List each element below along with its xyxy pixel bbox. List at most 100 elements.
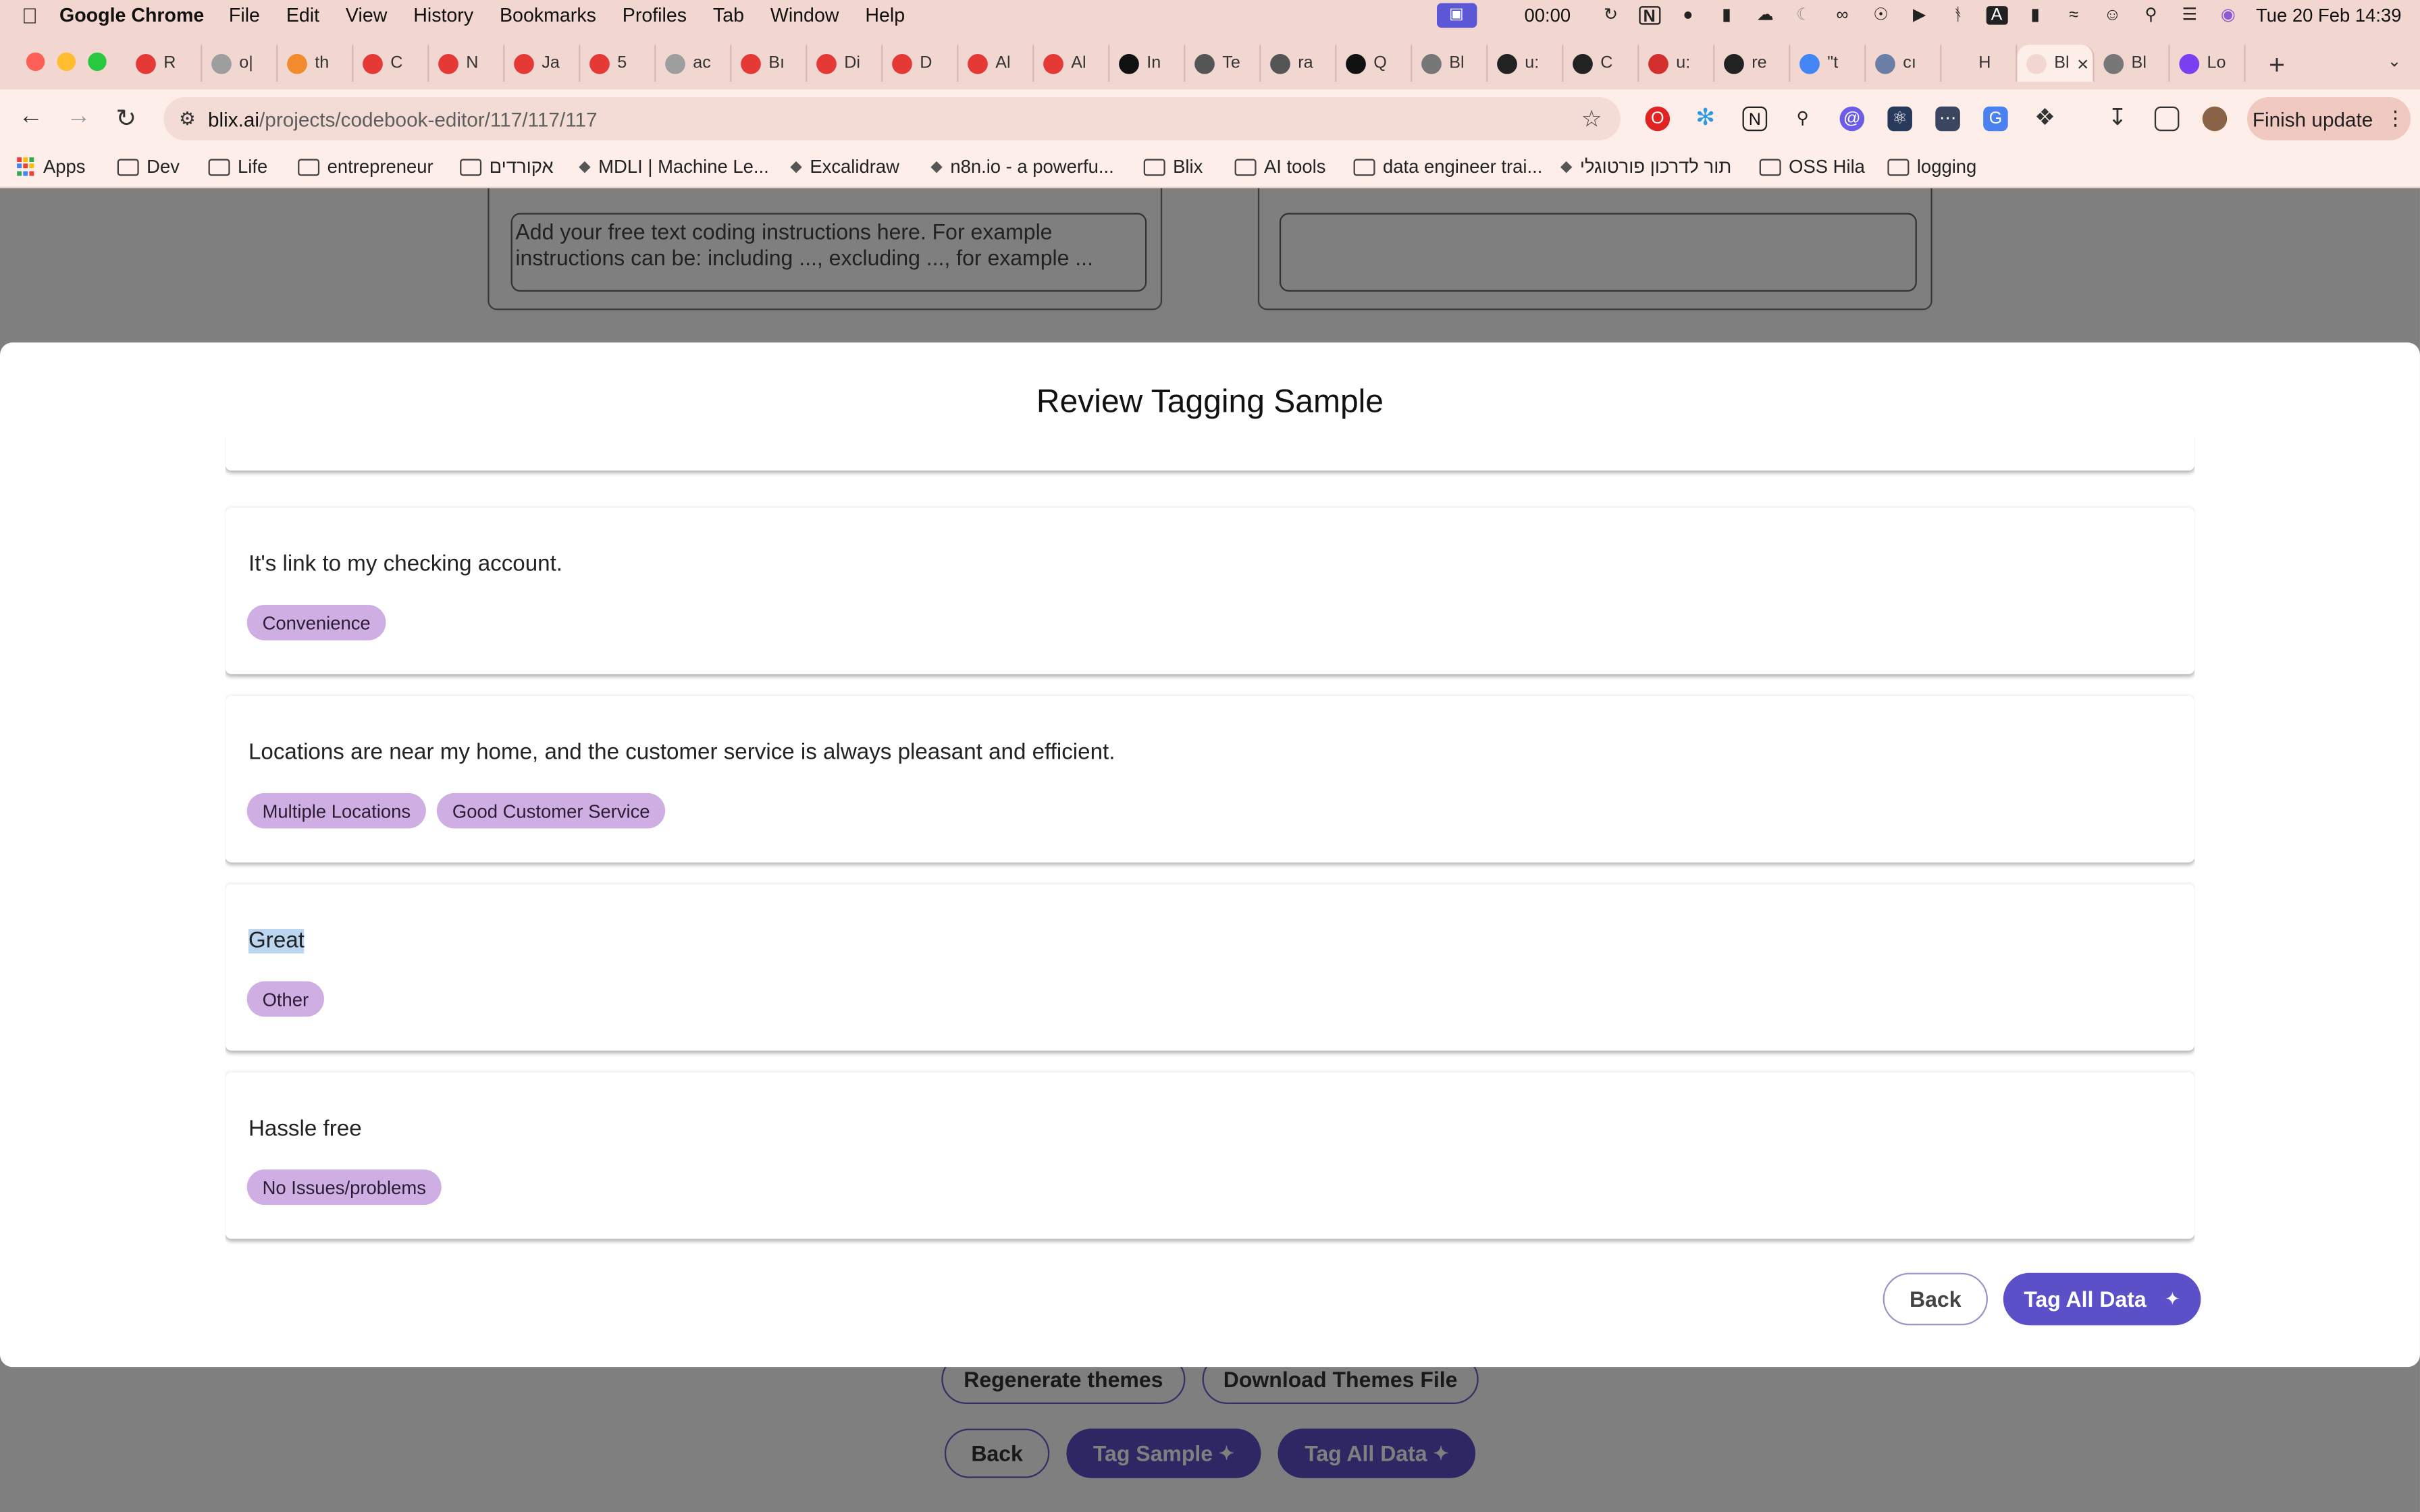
search-icon[interactable]: ⚲ xyxy=(2140,6,2162,24)
bookmark-item[interactable]: ◆ Excalidraw xyxy=(790,156,899,178)
browser-tab[interactable]: In xyxy=(1109,45,1186,82)
play-icon[interactable]: ▶ xyxy=(1909,6,1930,24)
browser-tab[interactable]: cı xyxy=(1866,45,1942,82)
sparkle-extension-icon[interactable]: ✻ xyxy=(1693,106,1718,132)
browser-tab[interactable]: N xyxy=(429,45,505,82)
tag-chip[interactable]: Other xyxy=(246,981,325,1017)
screen-record-icon[interactable]: ▣ xyxy=(1436,3,1477,28)
elephant-icon[interactable]: ● xyxy=(1677,6,1699,24)
browser-tab[interactable]: R xyxy=(126,45,203,82)
new-tab-button[interactable]: + xyxy=(2269,49,2285,82)
menu-history[interactable]: History xyxy=(413,5,473,26)
weather-icon[interactable]: ☁ xyxy=(1754,6,1776,24)
browser-tab[interactable]: re xyxy=(1714,45,1791,82)
browser-tab[interactable]: Te xyxy=(1185,45,1261,82)
bluetooth-icon[interactable]: ᚬ xyxy=(1947,6,1969,24)
menu-window[interactable]: Window xyxy=(770,5,839,26)
bookmark-item[interactable]: logging xyxy=(1887,156,1976,178)
bookmark-item[interactable]: ◆ n8n.io - a powerfu... xyxy=(930,156,1113,178)
puzzle-extensions-icon[interactable]: ❖ xyxy=(2032,106,2057,132)
browser-tab[interactable]: th xyxy=(278,45,354,82)
browser-tab[interactable]: Bl xyxy=(1412,45,1488,82)
fullscreen-window-button[interactable] xyxy=(88,52,107,72)
bookmark-item[interactable]: Apps xyxy=(17,156,86,178)
close-window-button[interactable] xyxy=(26,52,45,72)
battery-icon[interactable]: ▮ xyxy=(2024,6,2046,24)
address-bar[interactable]: ⚙ blix.ai/projects/codebook-editor/117/1… xyxy=(163,97,1621,140)
clock[interactable]: Tue 20 Feb 14:39 xyxy=(2256,5,2402,26)
browser-tab[interactable]: C xyxy=(353,45,429,82)
profile-avatar[interactable] xyxy=(2202,106,2228,132)
browser-tab[interactable]: Di xyxy=(807,45,883,82)
browser-tab[interactable]: ra xyxy=(1261,45,1337,82)
browser-tab[interactable]: H xyxy=(1941,45,2018,82)
extension-badge-icon[interactable]: ⚲ xyxy=(1790,107,1815,132)
browser-tab[interactable]: Lo xyxy=(2170,45,2246,82)
bookmark-item[interactable]: אקורדים xyxy=(460,156,554,178)
bookmark-item[interactable]: Dev xyxy=(117,156,180,178)
minimize-window-button[interactable] xyxy=(57,52,76,72)
sync-icon[interactable]: ↻ xyxy=(1600,6,1622,24)
browser-tab[interactable]: "t xyxy=(1790,45,1866,82)
bookmark-item[interactable]: Life xyxy=(208,156,267,178)
opera-extension-icon[interactable]: O xyxy=(1645,106,1671,132)
bookmark-item[interactable]: Blix xyxy=(1143,156,1203,178)
browser-tab[interactable]: Al xyxy=(1034,45,1110,82)
dots-extension-icon[interactable]: ⋯ xyxy=(1935,106,1960,132)
side-panel-icon[interactable] xyxy=(2154,106,2180,132)
siri-icon[interactable]: ◉ xyxy=(2217,6,2239,24)
tag-all-data-button[interactable]: Tag All Data ✦ xyxy=(2003,1272,2201,1326)
browser-tab[interactable]: C xyxy=(1563,45,1639,82)
site-settings-icon[interactable]: ⚙ xyxy=(179,108,196,130)
tag-chip[interactable]: Multiple Locations xyxy=(246,792,426,829)
bookmark-item[interactable]: data engineer trai... xyxy=(1353,156,1542,178)
glasses-icon[interactable]: ∞ xyxy=(1831,6,1853,24)
translate-extension-icon[interactable]: G xyxy=(1983,106,2008,132)
menu-bookmarks[interactable]: Bookmarks xyxy=(500,5,596,26)
menu-help[interactable]: Help xyxy=(865,5,905,26)
keyboard-input-icon[interactable]: A xyxy=(1986,6,2008,25)
tag-chip[interactable]: No Issues/problems xyxy=(246,1169,442,1206)
menu-edit[interactable]: Edit xyxy=(286,5,319,26)
menu-file[interactable]: File xyxy=(229,5,260,26)
browser-tab[interactable]: Q xyxy=(1336,45,1413,82)
ai-extension-icon[interactable]: @ xyxy=(1839,106,1865,132)
browser-tab[interactable]: u: xyxy=(1488,45,1564,82)
finish-update-button[interactable]: Finish update ⋮ xyxy=(2246,97,2411,140)
forward-arrow-icon[interactable]: → xyxy=(66,103,91,131)
react-devtools-icon[interactable]: ⚛ xyxy=(1887,106,1912,132)
wifi-icon[interactable]: ≈ xyxy=(2063,6,2084,24)
browser-tab[interactable]: D xyxy=(883,45,959,82)
browser-tab[interactable]: Bı xyxy=(731,45,808,82)
menu-profiles[interactable]: Profiles xyxy=(623,5,687,26)
notion-extension-icon[interactable]: N xyxy=(1742,106,1768,132)
browser-tab[interactable]: u: xyxy=(1639,45,1715,82)
bookmark-item[interactable]: entrepreneur xyxy=(298,156,433,178)
menu-view[interactable]: View xyxy=(346,5,387,26)
back-arrow-icon[interactable]: ← xyxy=(18,103,43,131)
samples-list[interactable]: It's link to my checking account. Conveni… xyxy=(225,436,2195,1251)
reload-icon[interactable]: ↻ xyxy=(115,103,136,134)
bookmark-item[interactable]: AI tools xyxy=(1234,156,1325,178)
apple-icon[interactable]:  xyxy=(22,3,38,28)
bookmark-item[interactable]: OSS Hila xyxy=(1759,156,1865,178)
download-icon[interactable]: ↧ xyxy=(2105,106,2130,132)
user-icon[interactable]: ☺ xyxy=(2101,6,2123,24)
bookmark-item[interactable]: ◆ תור לדרכון פורטוגלי xyxy=(1560,156,1731,178)
browser-tab[interactable]: Ja xyxy=(504,45,581,82)
control-center-icon[interactable]: ☰ xyxy=(2179,6,2201,24)
browser-tab[interactable]: Bl × xyxy=(2017,45,2095,82)
bookmark-star-icon[interactable]: ☆ xyxy=(1581,105,1602,133)
browser-tab[interactable]: ac xyxy=(656,45,732,82)
app-name[interactable]: Google Chrome xyxy=(59,5,204,26)
accessibility-icon[interactable]: ☉ xyxy=(1870,6,1892,24)
menu-tab[interactable]: Tab xyxy=(713,5,744,26)
tag-chip[interactable]: Good Customer Service xyxy=(436,792,666,829)
close-tab-icon[interactable]: × xyxy=(2077,52,2088,75)
browser-tab[interactable]: o| xyxy=(202,45,278,82)
browser-tab[interactable]: Al xyxy=(958,45,1034,82)
tag-chip[interactable]: Convenience xyxy=(246,604,386,641)
browser-tab[interactable]: Bl xyxy=(2095,45,2170,82)
browser-tab[interactable]: 5 xyxy=(580,45,656,82)
sidebar-icon[interactable]: ▮ xyxy=(1716,6,1737,24)
